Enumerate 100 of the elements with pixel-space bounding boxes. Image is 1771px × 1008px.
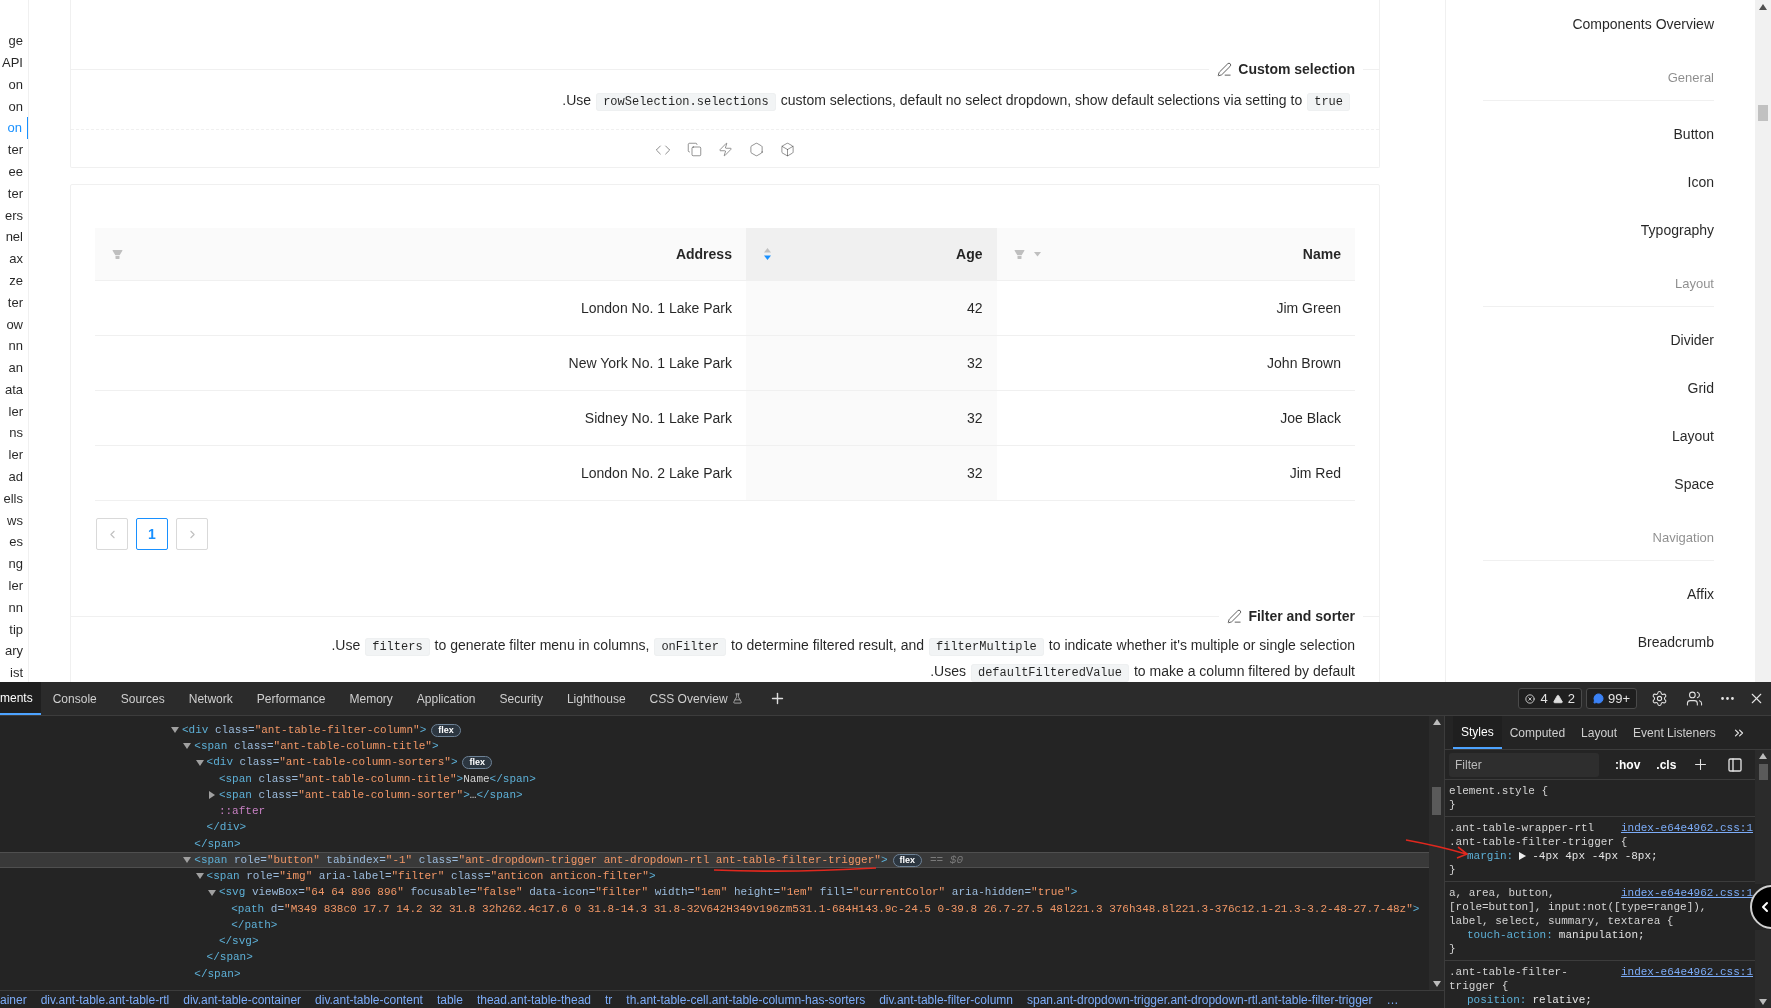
- dom-path-item[interactable]: div.ant-table.ant-table-rtl: [40, 991, 170, 1008]
- dom-path-item[interactable]: div.ant-table-filter-column: [879, 991, 1013, 1008]
- code-line[interactable]: ::after: [218, 803, 266, 820]
- scrollbar-thumb[interactable]: [1758, 105, 1768, 121]
- edit-icon[interactable]: [1217, 61, 1233, 77]
- nav-item[interactable]: ng: [0, 553, 28, 575]
- nav-item[interactable]: ler: [0, 400, 28, 423]
- devtools-tab[interactable]: ments: [0, 682, 41, 715]
- code-line[interactable]: </span>: [194, 965, 241, 983]
- column-header[interactable]: Age: [745, 228, 997, 280]
- copy-icon[interactable]: [687, 142, 702, 157]
- code-line[interactable]: </span>: [206, 949, 253, 966]
- flex-badge[interactable]: flex: [431, 723, 461, 737]
- column-header[interactable]: Address: [95, 228, 746, 280]
- css-property[interactable]: margin:: [1467, 849, 1514, 863]
- source-link[interactable]: index-e64e4962.css:1: [1620, 821, 1753, 835]
- nav-item[interactable]: ler: [0, 574, 28, 597]
- nav-item[interactable]: API: [0, 51, 28, 74]
- styles-tab[interactable]: Styles: [1453, 716, 1502, 749]
- code-line[interactable]: </span>: [194, 835, 241, 853]
- devtools-tab[interactable]: Performance: [244, 682, 338, 715]
- devtools-tab[interactable]: Security: [487, 682, 555, 715]
- dom-path-item[interactable]: table: [436, 991, 463, 1008]
- scrollbar[interactable]: [1755, 750, 1771, 884]
- style-toggle-button[interactable]: :hov: [1615, 755, 1641, 774]
- people-icon[interactable]: [1686, 690, 1703, 707]
- devtools-tab[interactable]: Console: [40, 682, 109, 715]
- devtools-tab[interactable]: Memory: [337, 682, 405, 715]
- nav-item[interactable]: ary: [0, 640, 28, 663]
- nav-item[interactable]: ax: [0, 247, 28, 270]
- dom-path-item[interactable]: ainer: [0, 991, 27, 1008]
- devtools-tab[interactable]: Lighthouse: [554, 682, 638, 715]
- menu-item[interactable]: Typography: [1640, 219, 1714, 241]
- expand-triangle-icon[interactable]: [1519, 852, 1527, 860]
- expanded-arrow-icon[interactable]: [183, 856, 192, 865]
- style-toggle-button[interactable]: .cls: [1656, 755, 1677, 774]
- expanded-arrow-icon[interactable]: [171, 726, 179, 735]
- flex-badge[interactable]: flex: [462, 756, 492, 770]
- dom-path-item[interactable]: tr: [605, 991, 613, 1008]
- code-line[interactable]: </svg>: [218, 933, 259, 950]
- scroll-up-arrow-icon[interactable]: [1759, 753, 1767, 759]
- nav-item[interactable]: nn: [0, 596, 28, 619]
- css-property[interactable]: touch-action:: [1467, 928, 1553, 942]
- nav-item[interactable]: ter: [0, 139, 28, 161]
- nav-item[interactable]: ow: [0, 313, 28, 336]
- nav-item[interactable]: ler: [0, 444, 28, 466]
- devtools-tab[interactable]: Network: [176, 682, 245, 715]
- menu-item[interactable]: Grid: [1687, 377, 1714, 399]
- menu-item[interactable]: Icon: [1687, 171, 1714, 193]
- expanded-arrow-icon[interactable]: [195, 872, 204, 881]
- devtools-tab[interactable]: CSS Overview: [637, 682, 755, 715]
- css-value[interactable]: manipulation;: [1558, 928, 1645, 942]
- nav-item[interactable]: ns: [0, 422, 28, 445]
- flex-badge[interactable]: flex: [892, 853, 922, 867]
- code-line[interactable]: <path d="M349 838c0 17.7 14.2 32 31.8 32h262.4c17.6 0 31.8-14.3 31.8-32V642H349v196zm531.1-684H143.9c-24.5 0-39.8 26.7-27.5 48l221.3 376h348.8l221.3-376c12.1-21.3-3.2-48-27.7-48z">: [231, 900, 1420, 918]
- code-line[interactable]: <div class="ant-table-filter-column">: [182, 721, 427, 739]
- expanded-arrow-icon[interactable]: [195, 758, 204, 767]
- sidebar-toggle-icon[interactable]: [1727, 756, 1744, 773]
- scroll-up-arrow-icon[interactable]: [1432, 719, 1441, 725]
- nav-item[interactable]: ad: [0, 465, 28, 488]
- nav-item[interactable]: es: [0, 531, 28, 554]
- css-property[interactable]: position:: [1467, 993, 1527, 1007]
- menu-item[interactable]: Divider: [1670, 329, 1714, 351]
- styles-tab[interactable]: Computed: [1501, 716, 1574, 749]
- styles-tab[interactable]: Layout: [1573, 716, 1626, 749]
- nav-item[interactable]: ge: [0, 30, 28, 52]
- code-line[interactable]: <span class="ant-table-column-title">Name</span>: [218, 770, 536, 788]
- menu-item[interactable]: Affix: [1687, 583, 1714, 605]
- nav-item[interactable]: on: [0, 73, 28, 96]
- code-line[interactable]: <span role="button" tabindex="-1" class="ant-dropdown-trigger ant-dropdown-rtl ant-table-filter-trigger">: [194, 851, 888, 869]
- menu-item[interactable]: Space: [1674, 473, 1714, 495]
- scrollbar[interactable]: [1755, 0, 1771, 682]
- css-value[interactable]: -4px 4px -4px -8px;: [1532, 849, 1658, 863]
- devtools-tab[interactable]: Application: [404, 682, 488, 715]
- css-value[interactable]: relative;: [1532, 993, 1592, 1007]
- lightning-icon[interactable]: [718, 142, 733, 157]
- scrollbar-thumb[interactable]: [1432, 786, 1441, 815]
- messages-counter[interactable]: 99+: [1585, 688, 1637, 709]
- edit-icon[interactable]: [1227, 608, 1243, 624]
- code-line[interactable]: </path>: [231, 916, 278, 934]
- nav-item[interactable]: nn: [0, 335, 28, 357]
- scroll-up-arrow-icon[interactable]: [1759, 4, 1767, 10]
- source-link[interactable]: index-e64e4962.css:1: [1620, 965, 1753, 979]
- nav-item[interactable]: ee: [0, 160, 28, 183]
- menu-item[interactable]: Layout: [1671, 425, 1714, 447]
- menu-item[interactable]: Button: [1673, 123, 1714, 145]
- nav-item[interactable]: ter: [0, 182, 28, 205]
- code-line[interactable]: </div>: [206, 819, 247, 836]
- code-line[interactable]: <svg viewBox="64 64 896 896" focusable="false" data-icon="filter" width="1em" height="1em" fill="currentColor" aria-hidden="true">: [218, 884, 1078, 901]
- nav-item[interactable]: nel: [0, 226, 28, 248]
- source-link[interactable]: index-e64e4962.css:1: [1620, 886, 1753, 900]
- cube-icon[interactable]: [780, 142, 795, 157]
- nav-item[interactable]: an: [0, 356, 28, 379]
- code-line[interactable]: <span role="img" aria-label="filter" class="anticon anticon-filter">: [206, 868, 656, 885]
- issues-counter[interactable]: 4 2: [1518, 688, 1582, 709]
- filter-field[interactable]: Filter: [1449, 752, 1599, 777]
- sort-icon[interactable]: [762, 247, 772, 261]
- expanded-arrow-icon[interactable]: [183, 742, 192, 751]
- nav-item[interactable]: on: [0, 95, 28, 118]
- collapsed-arrow-icon[interactable]: [207, 791, 216, 800]
